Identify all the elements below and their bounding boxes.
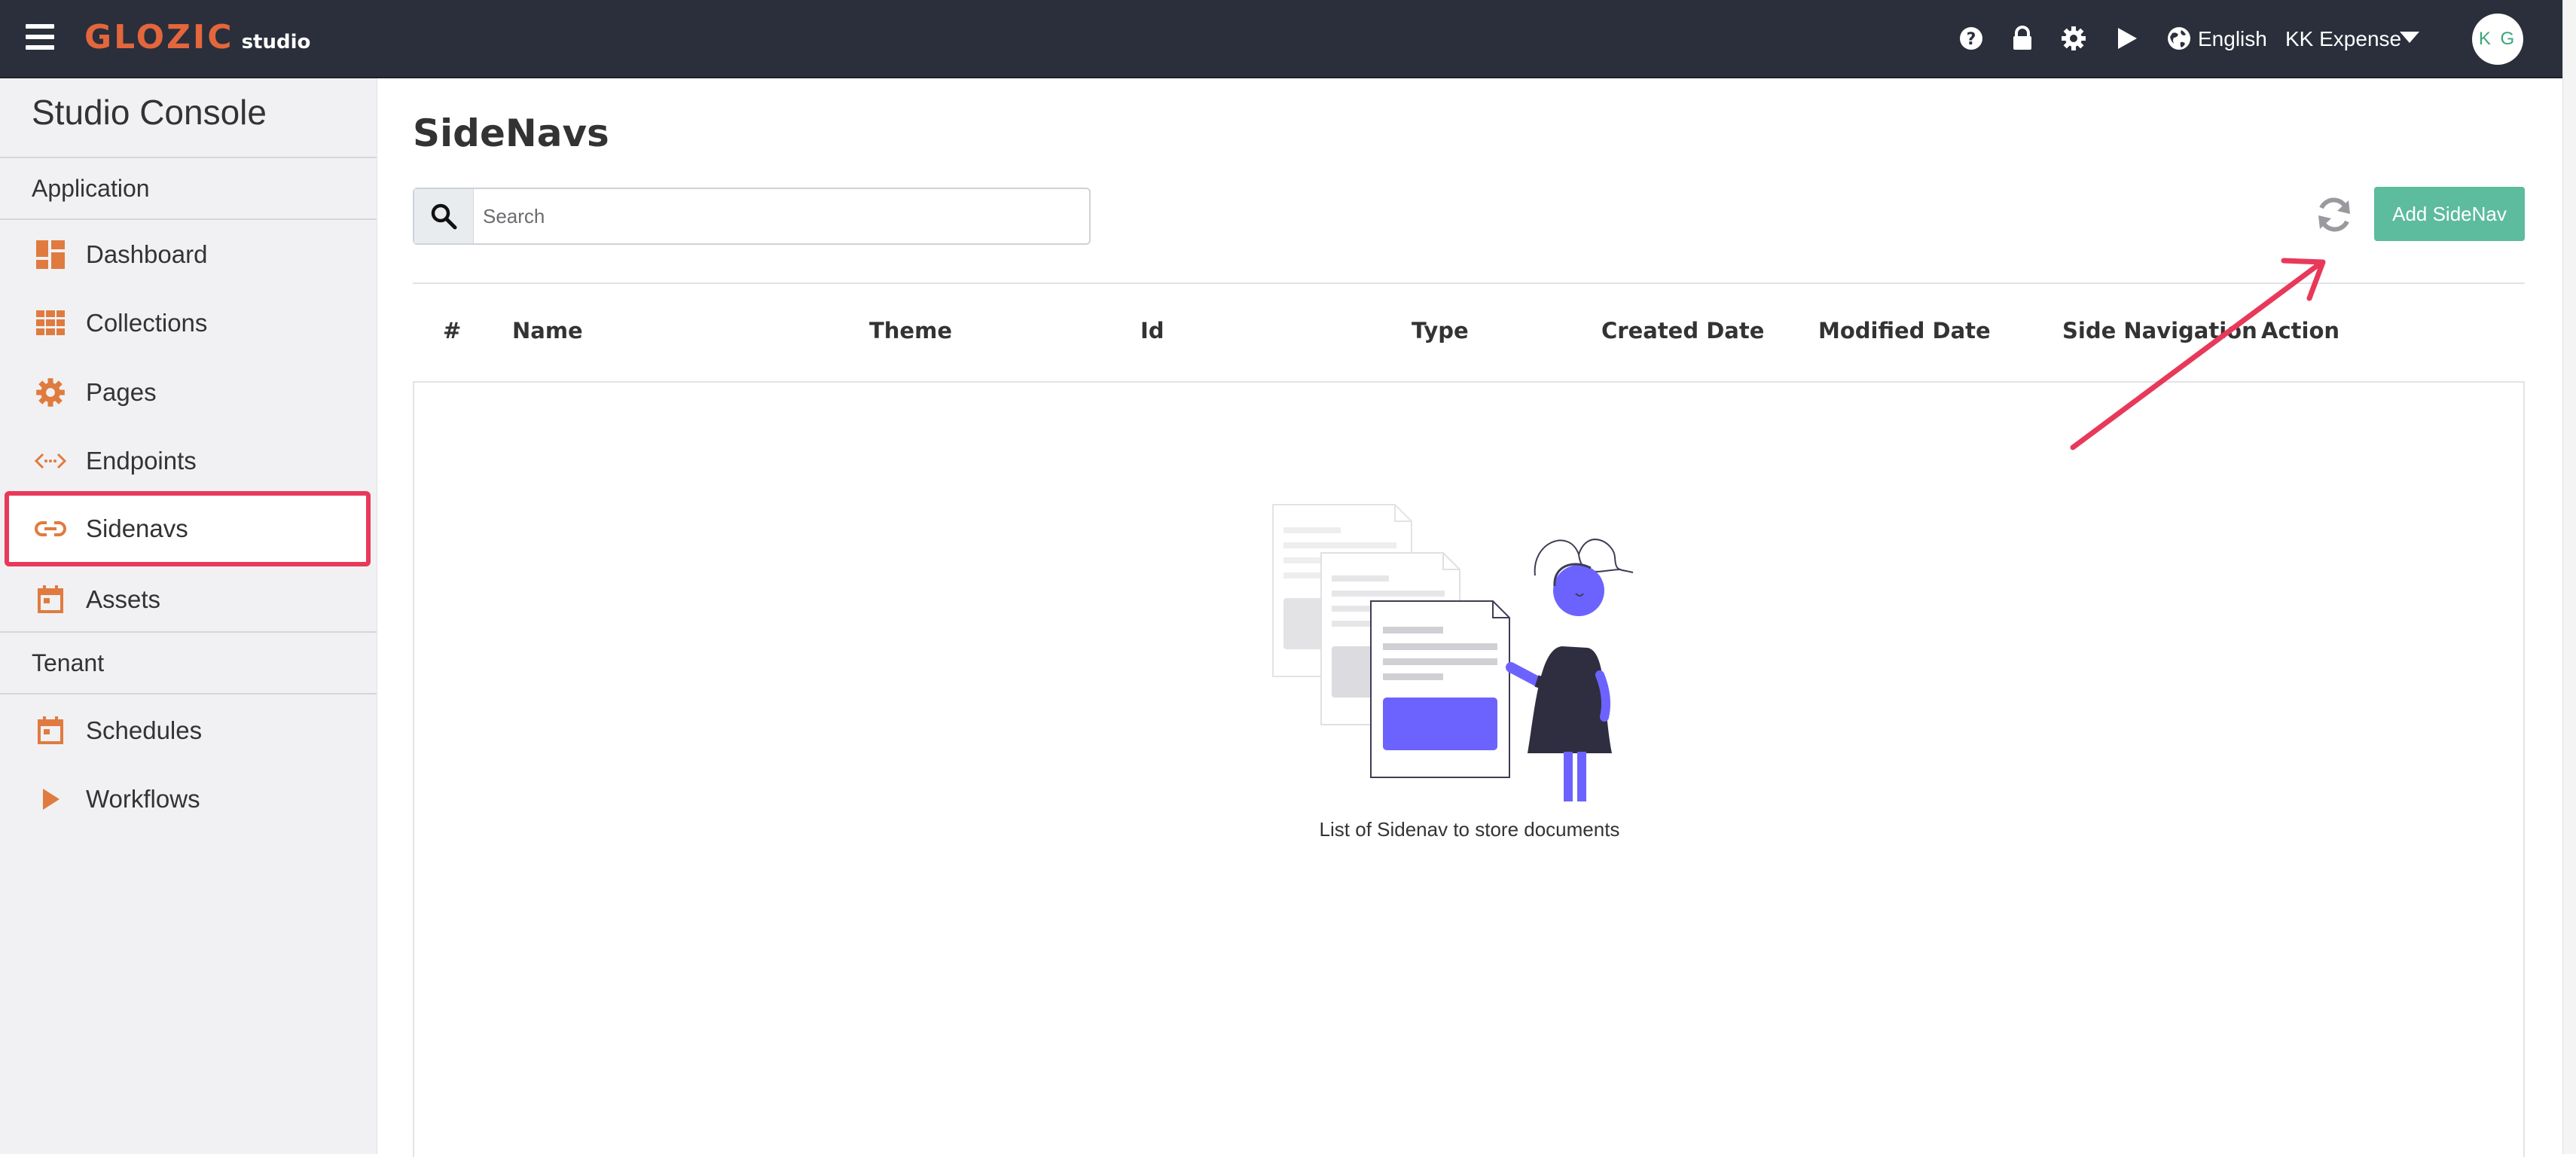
column-header-name[interactable]: Name (512, 318, 583, 343)
top-bar: GLOZIC studio ? English KK Expense K G (0, 0, 2562, 78)
sidebar-item-sidenavs[interactable]: Sidenavs (5, 491, 371, 566)
sidebar-item-label: Schedules (86, 716, 203, 744)
divider (0, 218, 377, 220)
sidebar-item-collections[interactable]: Collections (8, 290, 368, 356)
gear-icon (35, 377, 66, 408)
dashboard-icon (35, 239, 66, 270)
sidebar-item-pages[interactable]: Pages (8, 359, 368, 426)
page-title: SideNavs (413, 111, 609, 155)
add-sidenav-button[interactable]: Add SideNav (2374, 187, 2525, 241)
sidebar-item-label: Assets (86, 585, 161, 613)
sidebar-item-label: Endpoints (86, 447, 197, 475)
lock-icon[interactable] (2010, 26, 2035, 51)
svg-text:?: ? (1967, 30, 1976, 49)
search-box (413, 188, 1091, 245)
play-icon[interactable] (2114, 26, 2139, 51)
scrollbar[interactable] (2562, 0, 2576, 1154)
sidebar-item-label: Pages (86, 378, 157, 406)
empty-state-message: List of Sidenav to store documents (1319, 818, 1620, 841)
sidebar-item-endpoints[interactable]: Endpoints (8, 428, 368, 494)
divider (0, 693, 377, 695)
sidebar: Studio Console Application Dashboard Col… (0, 78, 377, 1154)
globe-icon[interactable] (2166, 26, 2192, 51)
empty-state-illustration (1272, 504, 1634, 801)
calendar-icon (35, 584, 66, 615)
sidebar-title: Studio Console (32, 93, 267, 132)
column-header-type[interactable]: Type (1412, 318, 1469, 343)
grid-icon (35, 307, 66, 339)
avatar[interactable]: K G (2472, 14, 2523, 65)
column-header-id[interactable]: Id (1140, 318, 1164, 343)
sidebar-item-label: Sidenavs (86, 514, 188, 542)
section-application: Application (32, 175, 150, 202)
section-tenant: Tenant (32, 649, 105, 676)
search-icon (431, 203, 457, 230)
search-input[interactable] (474, 189, 1089, 243)
logo-sub: studio (241, 31, 311, 53)
column-header-theme[interactable]: Theme (869, 318, 952, 343)
refresh-icon[interactable] (2314, 194, 2355, 235)
sidebar-item-label: Workflows (86, 785, 200, 813)
language-selector[interactable]: English (2198, 27, 2267, 51)
sidebar-item-assets[interactable]: Assets (8, 566, 368, 633)
app-logo[interactable]: GLOZIC studio (84, 18, 310, 56)
search-button[interactable] (414, 189, 474, 243)
column-header-created-date[interactable]: Created Date (1601, 318, 1764, 343)
annotation-arrow (2070, 258, 2326, 450)
code-icon (35, 445, 66, 477)
help-icon[interactable]: ? (1958, 26, 1984, 51)
caret-down-icon[interactable] (2398, 30, 2421, 45)
tenant-selector[interactable]: KK Expense (2285, 27, 2401, 51)
sidebar-item-schedules[interactable]: Schedules (8, 698, 368, 764)
sidebar-item-dashboard[interactable]: Dashboard (8, 221, 368, 288)
sidebar-item-workflows[interactable]: Workflows (8, 766, 368, 832)
link-icon (35, 513, 66, 545)
play-icon (35, 783, 66, 815)
sidebar-item-label: Dashboard (86, 240, 208, 268)
gear-icon[interactable] (2061, 26, 2086, 51)
column-header-modified-date[interactable]: Modified Date (1818, 318, 1991, 343)
calendar-icon (35, 715, 66, 746)
divider (0, 157, 377, 158)
logo-main: GLOZIC (84, 18, 234, 56)
divider (0, 631, 377, 633)
column-header-index[interactable]: # (443, 318, 461, 343)
hamburger-menu-icon[interactable] (26, 24, 54, 50)
sidebar-item-label: Collections (86, 309, 208, 337)
